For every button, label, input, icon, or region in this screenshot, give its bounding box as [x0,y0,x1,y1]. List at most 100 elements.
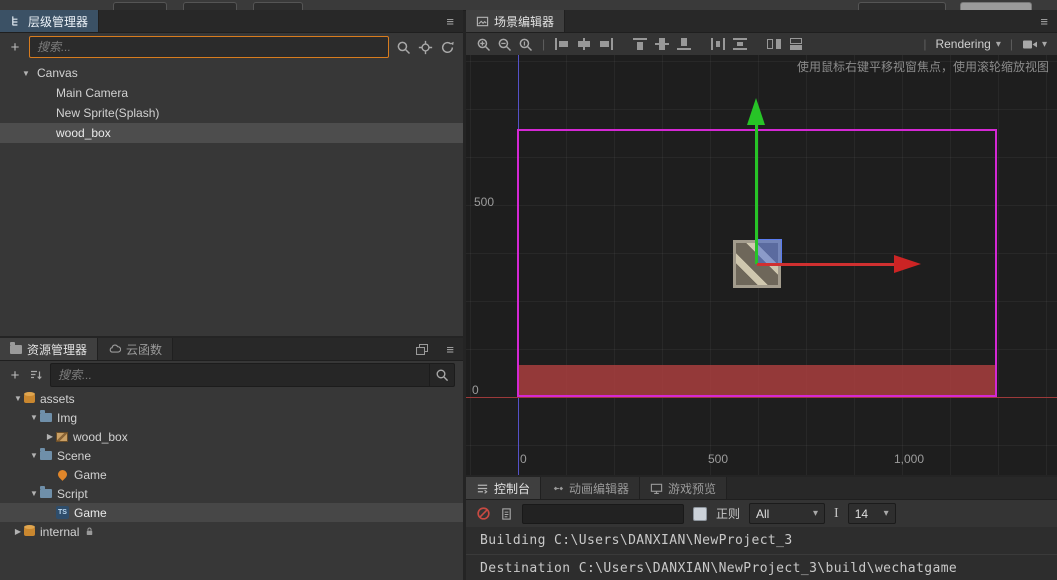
chevron-down-icon[interactable]: ▼ [28,451,40,460]
asset-item-game-scene[interactable]: Game [0,465,463,484]
align-right-icon[interactable] [598,37,614,51]
hierarchy-tree: ▼ Canvas Main Camera New Sprite(Splash) … [0,63,463,143]
align-left-icon[interactable] [554,37,570,51]
asset-item-internal[interactable]: ▶ internal [0,522,463,541]
tree-item-wood-box[interactable]: wood_box [0,123,463,143]
tabbar-spacer [727,477,1057,499]
asset-item-wood-box[interactable]: ▶ wood_box [0,427,463,446]
asset-item-img[interactable]: ▼ Img [0,408,463,427]
log-entry[interactable]: Building C:\Users\DANXIAN\NewProject_3 [466,527,1057,555]
asset-item-label: Scene [57,448,92,463]
asset-item-scene-folder[interactable]: ▼ Scene [0,446,463,465]
console-filter-input[interactable] [522,503,684,524]
assets-search-group [50,363,455,387]
distribute-vertical-icon[interactable] [732,37,748,51]
tree-item-new-sprite[interactable]: New Sprite(Splash) [0,103,463,123]
assets-search-input[interactable] [51,365,429,385]
add-asset-button[interactable]: + [8,367,22,384]
viewport-hint-text: 使用鼠标右键平移视窗焦点，使用滚轮缩放视图 [796,60,1049,74]
assets-panel: 资源管理器 云函数 ≡ + ▼ assets [0,338,463,580]
folder-icon [10,341,22,354]
float-panel-icon[interactable] [415,342,429,356]
search-icon[interactable] [396,40,411,55]
chevron-right-icon[interactable]: ▶ [44,432,56,441]
gizmo-x-axis-arrow[interactable] [757,263,894,266]
tree-item-label: Main Camera [56,86,129,100]
gizmo-xy-plane-handle[interactable] [757,239,782,264]
ruler-label-bottom-500: 500 [708,452,729,466]
gizmo-x-arrowhead[interactable] [894,255,921,273]
scene-viewport[interactable]: 使用鼠标右键平移视窗焦点，使用滚轮缩放视图 500 0 0 500 1,000 [466,55,1057,475]
tab-cloud-label: 云函数 [126,342,163,357]
log-entry[interactable]: Destination C:\Users\DANXIAN\NewProject_… [466,555,1057,580]
zoom-reset-icon[interactable] [518,37,533,52]
tab-assets-label: 资源管理器 [27,342,88,357]
distribute-horizontal-icon[interactable] [710,37,726,51]
sort-icon[interactable] [29,368,43,382]
chevron-down-icon[interactable]: ▼ [12,394,24,403]
regex-label: 正则 [716,507,741,521]
asset-item-label: Script [57,486,88,501]
tab-scene-label: 场景编辑器 [494,14,555,29]
log-file-icon[interactable] [500,507,513,521]
align-center-horizontal-icon[interactable] [576,37,592,51]
tree-item-main-camera[interactable]: Main Camera [0,83,463,103]
hierarchy-search-input[interactable] [29,36,389,58]
tab-cloud-functions[interactable]: 云函数 [98,338,174,360]
gizmo-y-axis-arrow[interactable] [755,124,758,264]
ruler-label-0: 0 [472,383,479,397]
scene-toolbar: | | Rendering ▾ | ▾ [466,33,1057,56]
chevron-right-icon[interactable]: ▶ [12,527,24,536]
rendering-dropdown[interactable]: Rendering ▾ [935,37,1000,51]
tab-hierarchy[interactable]: 层级管理器 [0,10,100,32]
assets-tabbar: 资源管理器 云函数 ≡ [0,338,463,361]
align-bottom-icon[interactable] [676,37,692,51]
tree-item-canvas[interactable]: ▼ Canvas [0,63,463,83]
tab-scene-editor[interactable]: 场景编辑器 [466,10,566,32]
console-panel: 控制台 动画编辑器 游戏预览 正则 All ▾ I 14 ▾ Building … [466,477,1057,580]
locate-icon[interactable] [418,40,433,55]
tab-hierarchy-label: 层级管理器 [28,14,89,29]
asset-item-game-script[interactable]: TS Game [0,503,463,522]
zoom-in-icon[interactable] [476,37,491,52]
tab-preview-label: 游戏预览 [668,481,717,496]
align-top-icon[interactable] [632,37,648,51]
chevron-down-icon[interactable]: ▼ [20,69,32,78]
refresh-icon[interactable] [440,40,455,55]
assets-db-icon [24,525,35,536]
add-node-button[interactable]: + [8,39,22,56]
lock-icon [87,527,93,536]
tree-item-label: New Sprite(Splash) [56,106,160,120]
chevron-down-icon[interactable]: ▼ [28,413,40,422]
gizmo-y-arrowhead[interactable] [747,98,765,125]
camera-icon [1022,40,1037,48]
console-toolbar: 正则 All ▾ I 14 ▾ [466,500,1057,528]
scene-menu-icon[interactable]: ≡ [1031,14,1057,29]
chevron-down-icon: ▾ [883,508,889,519]
folder-icon [40,448,52,460]
asset-item-assets[interactable]: ▼ assets [0,389,463,408]
scene-tabbar: 场景编辑器 ≡ [466,10,1057,33]
flip-horizontal-icon[interactable] [766,37,782,51]
assets-search-button[interactable] [429,364,454,386]
log-level-select[interactable]: All ▾ [749,503,826,524]
tab-console[interactable]: 控制台 [466,477,542,499]
asset-item-script-folder[interactable]: ▼ Script [0,484,463,503]
zoom-out-icon[interactable] [497,37,512,52]
clear-console-icon[interactable] [476,506,491,521]
chevron-down-icon: ▾ [812,508,819,519]
font-size-select[interactable]: 14 ▾ [847,503,896,524]
tab-animation-label: 动画编辑器 [569,481,630,496]
assets-menu-icon[interactable]: ≡ [437,342,463,357]
tab-game-preview[interactable]: 游戏预览 [640,477,728,499]
regex-checkbox[interactable] [693,506,707,521]
tab-animation-editor[interactable]: 动画编辑器 [541,477,641,499]
tabbar-spacer [99,10,437,32]
hierarchy-menu-icon[interactable]: ≡ [437,14,463,29]
flip-vertical-icon[interactable] [788,37,804,51]
scene-asset-icon [56,468,69,481]
align-middle-icon[interactable] [654,37,670,51]
chevron-down-icon[interactable]: ▼ [28,489,40,498]
tab-assets[interactable]: 资源管理器 [0,338,99,360]
camera-dropdown[interactable]: ▾ [1022,38,1047,51]
